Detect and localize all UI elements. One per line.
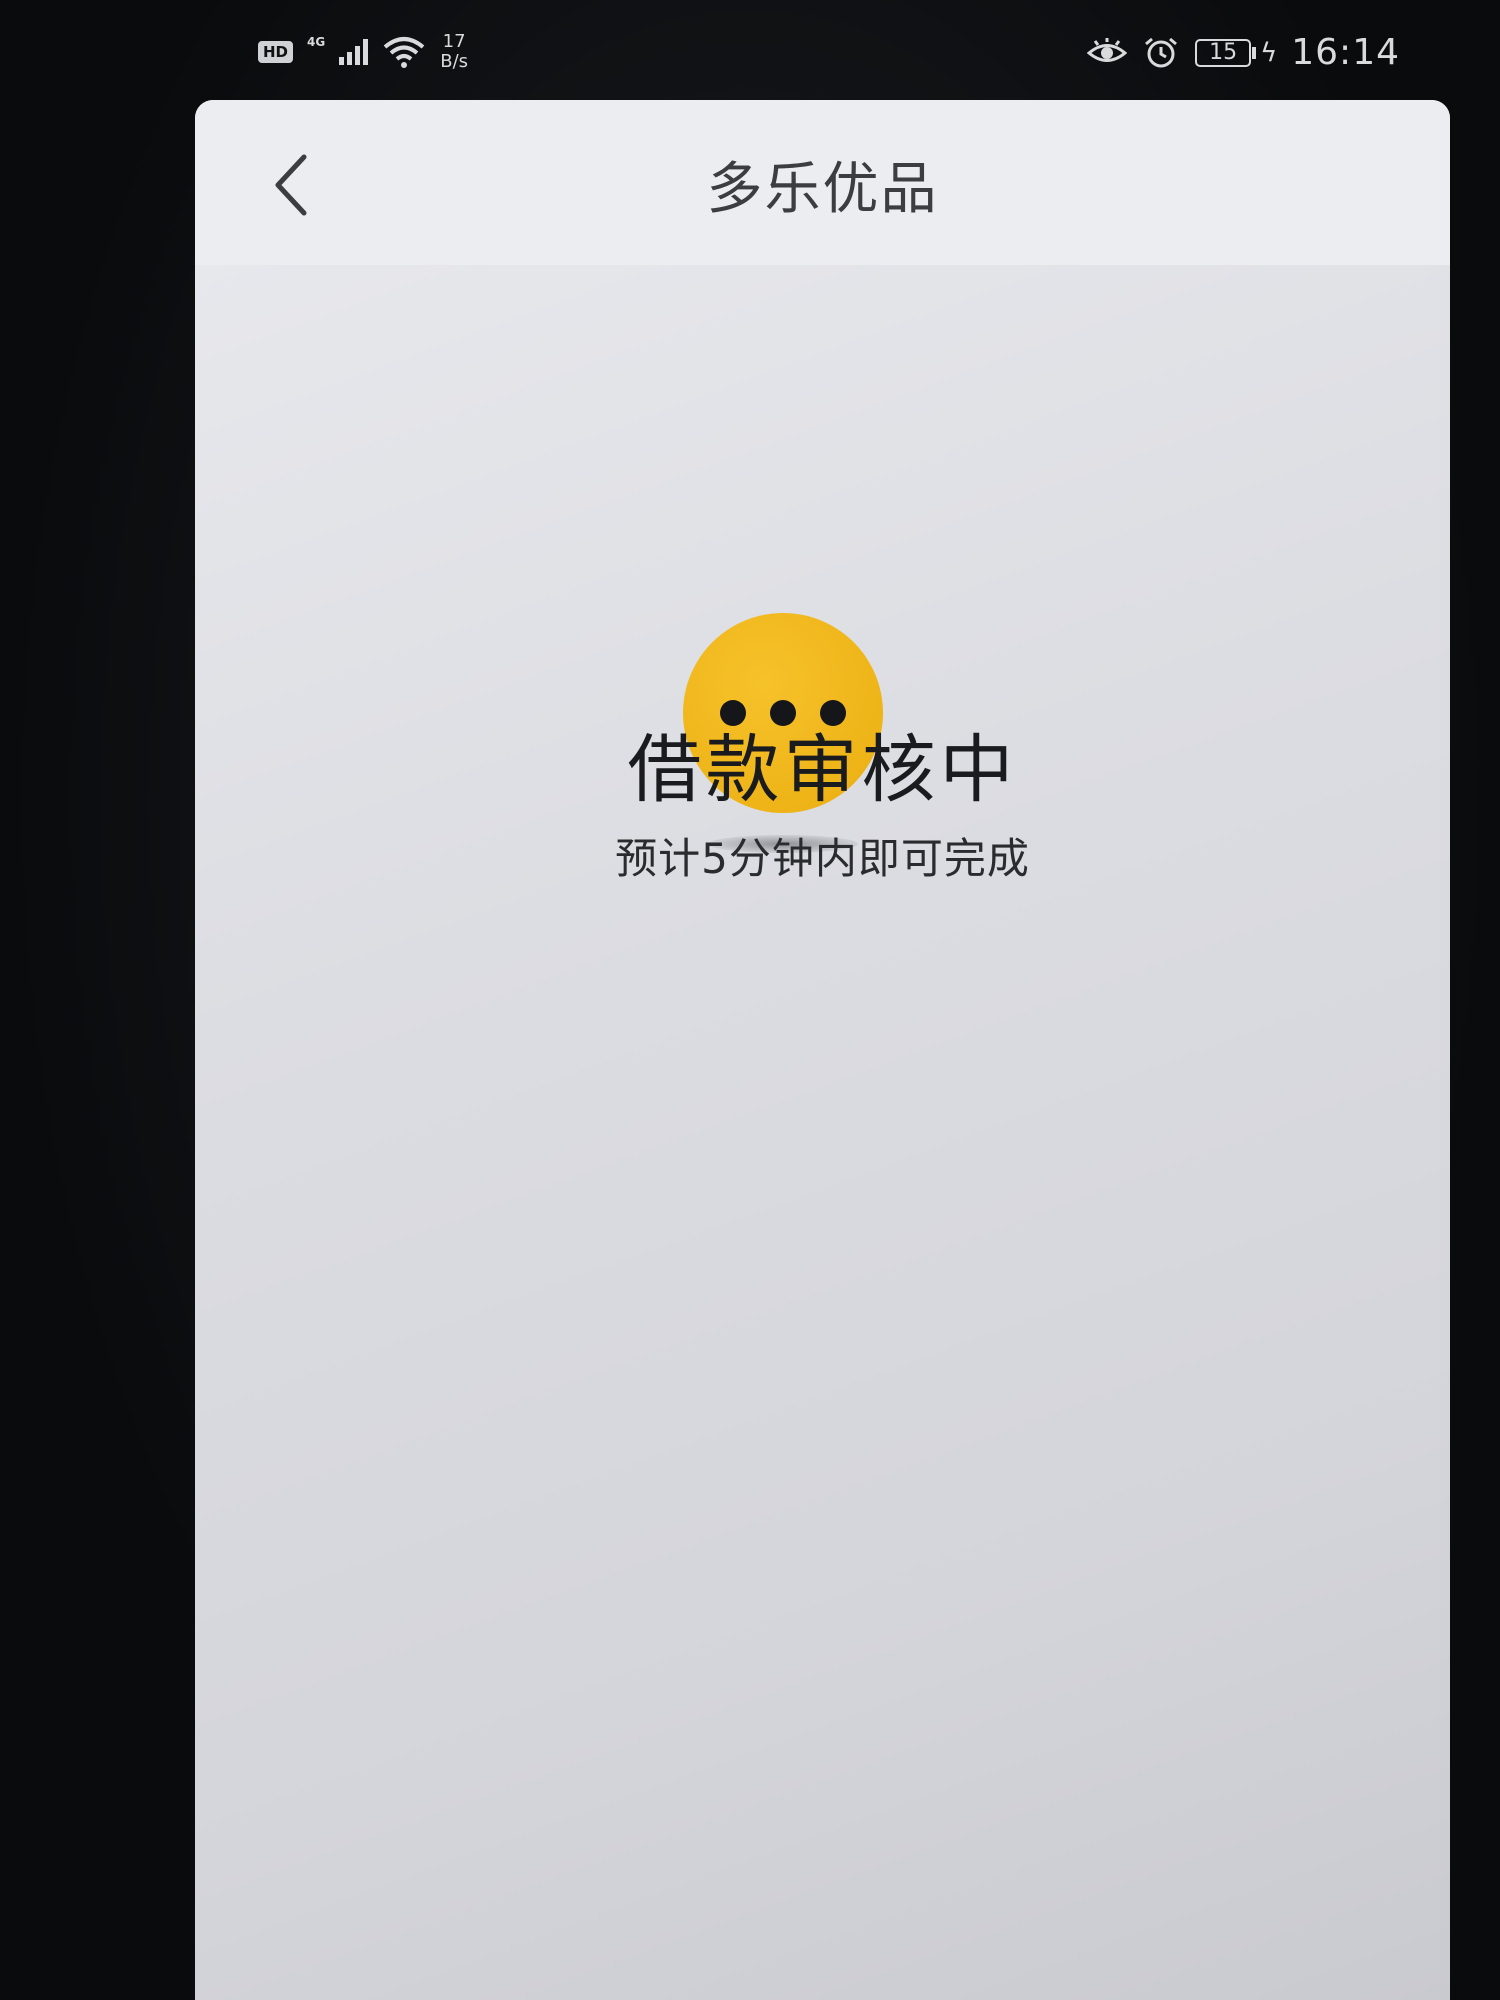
status-bar-left: HD 4G 17 B/s bbox=[258, 32, 468, 72]
battery-indicator: 15 ϟ bbox=[1195, 38, 1277, 68]
navigation-bar: 多乐优品 bbox=[195, 100, 1450, 265]
app-screen: 多乐优品 借款审核中 预计5分钟内即可完成 bbox=[195, 100, 1450, 2000]
cellular-signal-icon bbox=[339, 39, 369, 65]
status-title: 借款审核中 bbox=[627, 727, 1018, 813]
network-speed-unit: B/s bbox=[440, 51, 469, 72]
status-bar-clock: 16:14 bbox=[1291, 32, 1400, 73]
status-subtitle: 预计5分钟内即可完成 bbox=[615, 834, 1030, 883]
hd-voice-badge: HD bbox=[258, 41, 294, 63]
battery-level: 15 bbox=[1195, 38, 1252, 67]
eye-comfort-icon bbox=[1087, 37, 1128, 62]
page-title: 多乐优品 bbox=[706, 157, 939, 222]
charging-bolt-icon: ϟ bbox=[1260, 37, 1278, 68]
status-bar-right: 15 ϟ 16:14 bbox=[1087, 32, 1400, 73]
wifi-icon bbox=[383, 37, 425, 68]
network-type-label: 4G bbox=[307, 35, 326, 49]
network-speed: 17 B/s bbox=[440, 32, 468, 72]
alarm-clock-icon bbox=[1145, 37, 1178, 67]
loan-review-content bbox=[195, 265, 1450, 2000]
network-speed-value: 17 bbox=[442, 31, 466, 52]
status-bar: HD 4G 17 B/s 15 ϟ 16:14 bbox=[230, 20, 1410, 90]
battery-cap bbox=[1252, 46, 1257, 59]
